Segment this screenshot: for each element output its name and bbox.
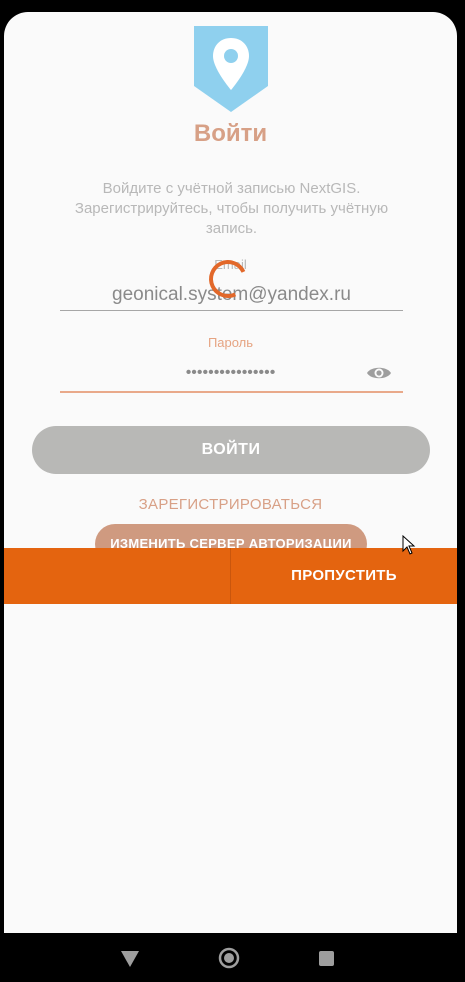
login-screen: Войти Войдите с учётной записью NextGIS.… xyxy=(4,12,457,933)
home-icon[interactable] xyxy=(218,947,240,969)
bottom-bar: ПРОПУСТИТЬ xyxy=(4,548,457,604)
email-underline xyxy=(60,310,403,311)
password-underline xyxy=(60,391,403,393)
map-pin-logo-icon xyxy=(194,26,268,112)
back-icon[interactable] xyxy=(121,951,139,967)
system-nav-bar xyxy=(0,933,465,982)
login-button[interactable]: ВОЙТИ xyxy=(32,426,430,474)
register-link[interactable]: ЗАРЕГИСТРИРОВАТЬСЯ xyxy=(4,496,457,513)
login-description: Войдите с учётной записью NextGIS. Зарег… xyxy=(74,180,389,237)
eye-icon[interactable] xyxy=(366,362,392,384)
page-title: Войти xyxy=(193,120,268,147)
skip-button[interactable]: ПРОПУСТИТЬ xyxy=(231,548,457,604)
recents-icon[interactable] xyxy=(319,951,334,966)
password-label: Пароль xyxy=(207,335,254,350)
mouse-cursor-icon xyxy=(402,535,416,555)
